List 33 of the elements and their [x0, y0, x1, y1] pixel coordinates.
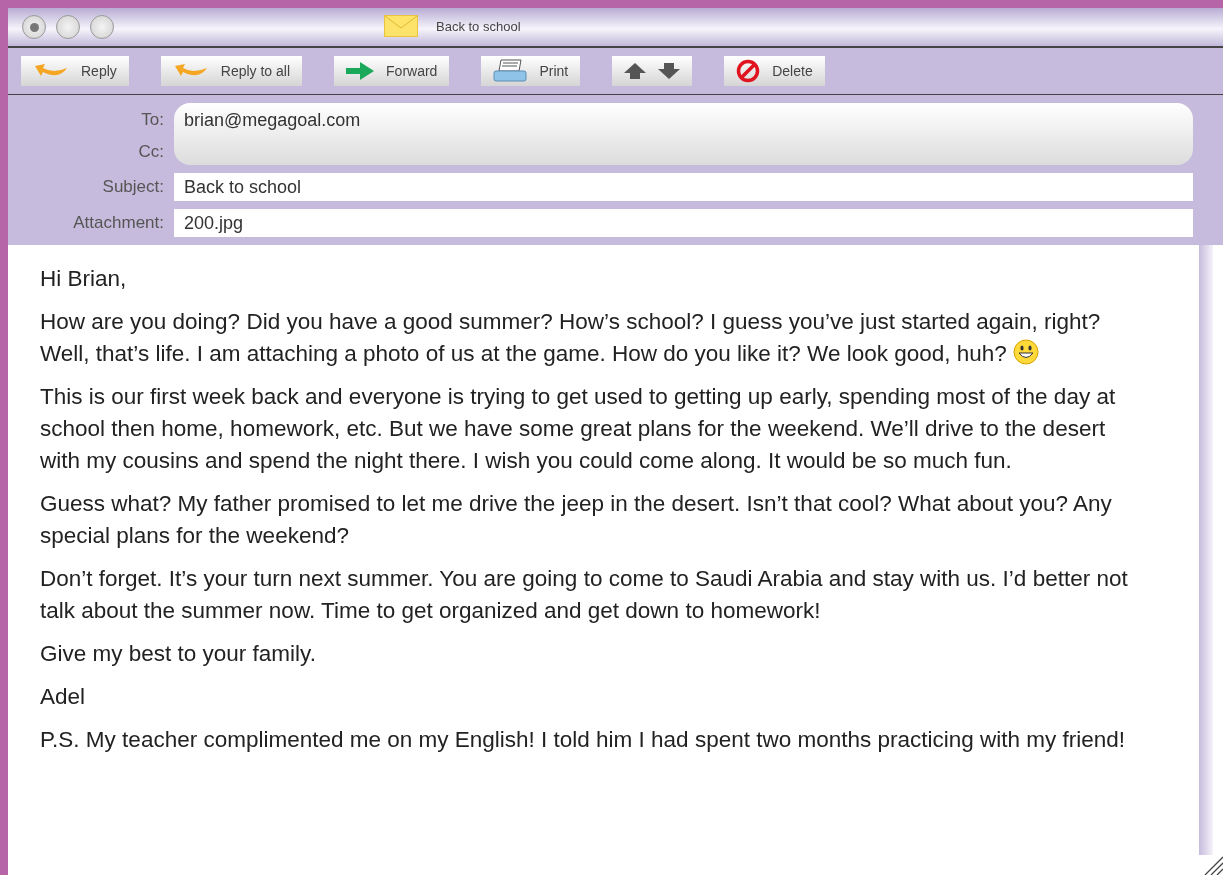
envelope-icon [384, 15, 418, 37]
toolbar-button[interactable]: Reply [21, 56, 129, 86]
down-arrow-icon [658, 63, 681, 79]
message-paragraph: Give my best to your family. [40, 641, 316, 666]
prohibited-icon [736, 59, 761, 83]
attachment-label: Attachment: [72, 212, 164, 234]
close-button[interactable] [22, 15, 46, 39]
cc-label: Cc: [138, 141, 164, 163]
printer-icon [493, 59, 528, 83]
minimize-button[interactable] [56, 15, 80, 39]
message-paragraph: This is our first week back and everyone is trying to get used to getting up early, spending most of the day at school then home, homework, etc. But we have some great plans for the weekend. We’ll drive to the desert with my cousins and spend the night there. I wish you could come along. It would be so much fun. [40, 384, 1116, 473]
navigation-button[interactable] [612, 56, 693, 86]
resize-grip-icon[interactable] [1203, 855, 1223, 875]
to-label: To: [141, 109, 164, 131]
message-paragraph: Adel [40, 684, 86, 709]
scrollbar[interactable] [1199, 245, 1213, 855]
window-title: Back to school [436, 18, 521, 34]
toolbar-button[interactable]: Delete [724, 56, 825, 86]
toolbar-button[interactable]: Forward [334, 56, 450, 86]
message-paragraph: How are you doing? Did you have a good summer? How’s school? I guess you’ve just started again, right? Well, that’s life. I am attaching a photo of us at the game. How do you like it? We look good, huh? [40, 309, 1101, 366]
toolbar-button[interactable]: Reply to all [160, 56, 303, 86]
message-paragraph: P.S. My teacher complimented me on my English! I told him I had spent two months practicing with my friend! [40, 727, 1126, 752]
message-paragraph: Guess what? My father promised to let me drive the jeep in the desert. Isn’t that cool? What about you? Any special plans for the weekend? [40, 491, 1112, 548]
toolbar-button[interactable]: Print [481, 56, 581, 86]
subject-field[interactable]: Back to school [174, 173, 1193, 201]
attachment-field[interactable]: 200.jpg [174, 209, 1193, 237]
up-arrow-icon [624, 63, 647, 79]
right-arrow-icon [346, 62, 375, 80]
message-paragraph: Hi Brian, [40, 266, 127, 291]
address-field[interactable]: brian@megagoal.com [174, 103, 1193, 165]
subject-label: Subject: [101, 176, 164, 198]
zoom-button[interactable] [90, 15, 114, 39]
message-paragraph: Don’t forget. It’s your turn next summer. You are going to come to Saudi Arabia and stay with us. I’d better not talk about the summer now. Time to get organized and get down to homework! [40, 566, 1128, 623]
